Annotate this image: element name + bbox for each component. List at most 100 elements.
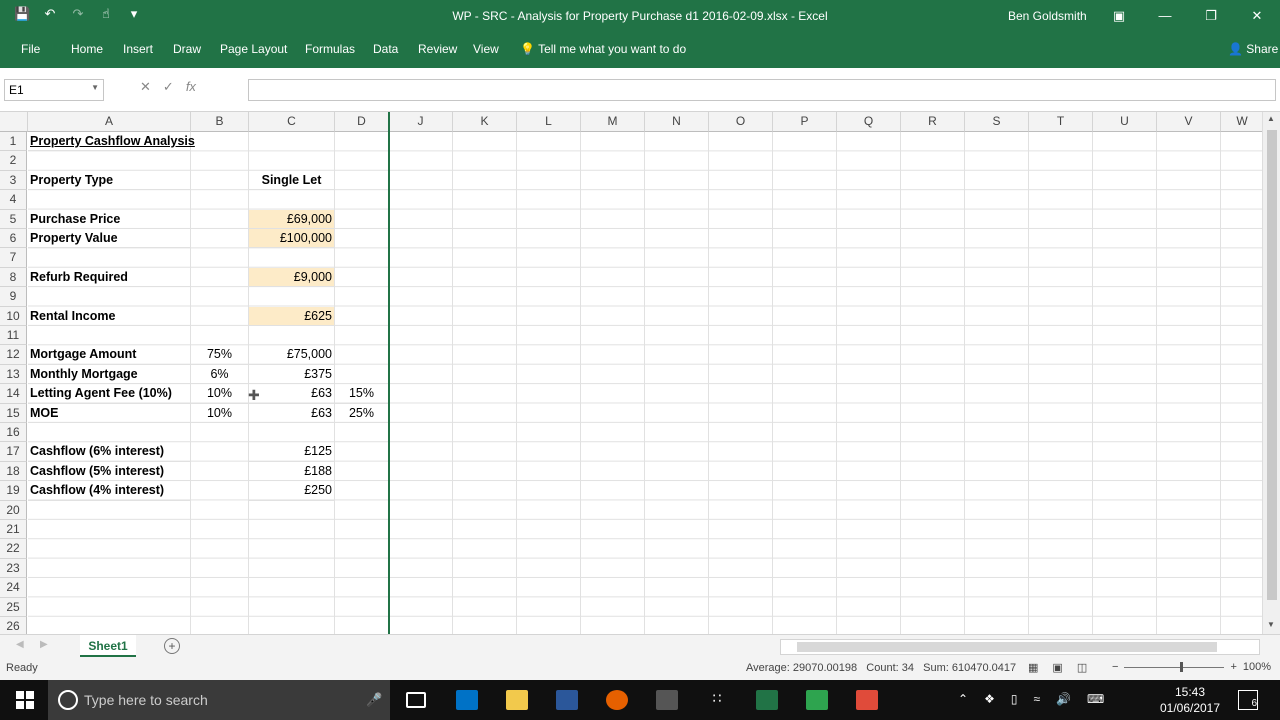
- file-explorer-icon[interactable]: [506, 690, 528, 710]
- restore-icon[interactable]: ❐: [1188, 0, 1234, 32]
- camtasia-editor-icon[interactable]: [856, 690, 878, 710]
- cell-C13[interactable]: £375: [249, 364, 335, 385]
- tab-formulas[interactable]: Formulas: [305, 42, 355, 56]
- row-header[interactable]: 22: [0, 539, 27, 559]
- formula-input[interactable]: [248, 79, 1276, 101]
- column-header[interactable]: C: [249, 112, 335, 132]
- volume-icon[interactable]: 🔊: [1056, 692, 1071, 706]
- notifications-icon[interactable]: 6: [1238, 690, 1258, 710]
- worksheet-grid[interactable]: A B C D J K L M N O P Q R S T U V W 1 2 …: [0, 112, 1264, 634]
- column-header[interactable]: M: [581, 112, 645, 132]
- tell-me-box[interactable]: 💡 Tell me what you want to do: [520, 42, 686, 56]
- firefox-icon[interactable]: [606, 690, 628, 710]
- insert-function-icon[interactable]: fx: [186, 79, 196, 95]
- normal-view-icon[interactable]: ▦: [1028, 661, 1038, 674]
- column-header[interactable]: N: [645, 112, 709, 132]
- row-header[interactable]: 5: [0, 209, 27, 229]
- row-header[interactable]: 17: [0, 442, 27, 462]
- zoom-in-icon[interactable]: +: [1230, 661, 1236, 673]
- user-name[interactable]: Ben Goldsmith: [1008, 9, 1087, 23]
- clock[interactable]: 15:43 01/06/2017: [1158, 684, 1222, 716]
- row-header[interactable]: 10: [0, 306, 27, 326]
- row-header[interactable]: 16: [0, 423, 27, 443]
- cell-A17[interactable]: Cashflow (6% interest): [28, 442, 191, 462]
- cell-A5[interactable]: Purchase Price: [28, 209, 191, 229]
- cell-D14[interactable]: 15%: [335, 384, 389, 404]
- scroll-sheets-right-icon[interactable]: ▶: [40, 639, 48, 650]
- scroll-down-icon[interactable]: ▼: [1267, 620, 1275, 629]
- zoom-level[interactable]: 100%: [1243, 661, 1271, 673]
- row-header[interactable]: 24: [0, 578, 27, 598]
- tab-file[interactable]: File: [21, 42, 40, 56]
- column-header[interactable]: K: [453, 112, 517, 132]
- cell-C3[interactable]: Single Let: [249, 170, 335, 191]
- zoom-out-icon[interactable]: −: [1112, 661, 1118, 673]
- column-header[interactable]: J: [389, 112, 453, 132]
- zoom-slider[interactable]: [1124, 661, 1225, 672]
- column-header[interactable]: L: [517, 112, 581, 132]
- row-header[interactable]: 13: [0, 364, 27, 385]
- select-all-corner[interactable]: [0, 112, 28, 132]
- cell-B13[interactable]: 6%: [191, 364, 249, 385]
- cell-C10[interactable]: £625: [249, 306, 335, 326]
- save-icon[interactable]: 💾: [14, 6, 30, 22]
- column-header[interactable]: D: [335, 112, 389, 132]
- column-header[interactable]: B: [191, 112, 249, 132]
- cell-A19[interactable]: Cashflow (4% interest): [28, 481, 191, 501]
- add-sheet-button[interactable]: +: [164, 638, 180, 654]
- cell-A1[interactable]: Property Cashflow Analysis: [28, 132, 195, 152]
- share-button[interactable]: 👤 Share: [1228, 42, 1278, 56]
- row-header[interactable]: 21: [0, 520, 27, 540]
- cell-A8[interactable]: Refurb Required: [28, 267, 191, 288]
- row-header[interactable]: 15: [0, 403, 27, 423]
- cell-C8[interactable]: £9,000: [249, 267, 335, 288]
- windows-start-icon[interactable]: [16, 691, 34, 709]
- column-header[interactable]: S: [965, 112, 1029, 132]
- zoom-slider-knob[interactable]: [1180, 661, 1184, 672]
- cell-B15[interactable]: 10%: [191, 403, 249, 423]
- column-header[interactable]: U: [1093, 112, 1157, 132]
- cell-C15[interactable]: £63: [249, 403, 335, 423]
- cell-A12[interactable]: Mortgage Amount: [28, 345, 191, 365]
- tab-review[interactable]: Review: [418, 42, 457, 56]
- excel-icon[interactable]: [756, 690, 778, 710]
- name-box[interactable]: E1 ▼: [4, 79, 104, 101]
- chevron-up-icon[interactable]: ⌃: [958, 692, 968, 706]
- enter-icon[interactable]: ✓: [163, 79, 174, 95]
- column-header[interactable]: V: [1157, 112, 1221, 132]
- camtasia-recorder-icon[interactable]: [806, 690, 828, 710]
- row-header[interactable]: 2: [0, 151, 27, 171]
- column-header[interactable]: O: [709, 112, 773, 132]
- minimize-icon[interactable]: —: [1142, 0, 1188, 32]
- tab-insert[interactable]: Insert: [123, 42, 153, 56]
- microphone-icon[interactable]: 🎤: [366, 692, 382, 708]
- chevron-down-icon[interactable]: ▼: [91, 83, 99, 92]
- row-header[interactable]: 6: [0, 229, 27, 249]
- row-header[interactable]: 4: [0, 190, 27, 210]
- cell-C19[interactable]: £250: [249, 481, 335, 501]
- cell-C17[interactable]: £125: [249, 442, 335, 462]
- redo-icon[interactable]: ↷: [70, 6, 86, 22]
- row-header[interactable]: 19: [0, 481, 27, 501]
- tab-home[interactable]: Home: [71, 42, 103, 56]
- row-header[interactable]: 7: [0, 248, 27, 268]
- ribbon-display-options-icon[interactable]: ▣: [1096, 0, 1142, 32]
- page-break-view-icon[interactable]: ◫: [1077, 661, 1087, 674]
- tab-view[interactable]: View: [473, 42, 499, 56]
- close-icon[interactable]: ✕: [1234, 0, 1280, 32]
- cell-B12[interactable]: 75%: [191, 345, 249, 365]
- column-header[interactable]: T: [1029, 112, 1093, 132]
- column-header[interactable]: Q: [837, 112, 901, 132]
- cell-A13[interactable]: Monthly Mortgage: [28, 364, 191, 385]
- keyboard-icon[interactable]: ⌨: [1087, 692, 1104, 706]
- word-icon[interactable]: [556, 690, 578, 710]
- column-header[interactable]: A: [28, 112, 191, 132]
- cell-A14[interactable]: Letting Agent Fee (10%): [28, 384, 191, 404]
- cell-C6[interactable]: £100,000: [249, 229, 335, 249]
- row-header[interactable]: 3: [0, 170, 27, 191]
- horizontal-scrollbar[interactable]: [780, 639, 1260, 655]
- column-header[interactable]: W: [1221, 112, 1264, 132]
- vertical-scroll-thumb[interactable]: [1267, 130, 1277, 600]
- column-header[interactable]: P: [773, 112, 837, 132]
- wifi-icon[interactable]: ≈: [1033, 692, 1040, 706]
